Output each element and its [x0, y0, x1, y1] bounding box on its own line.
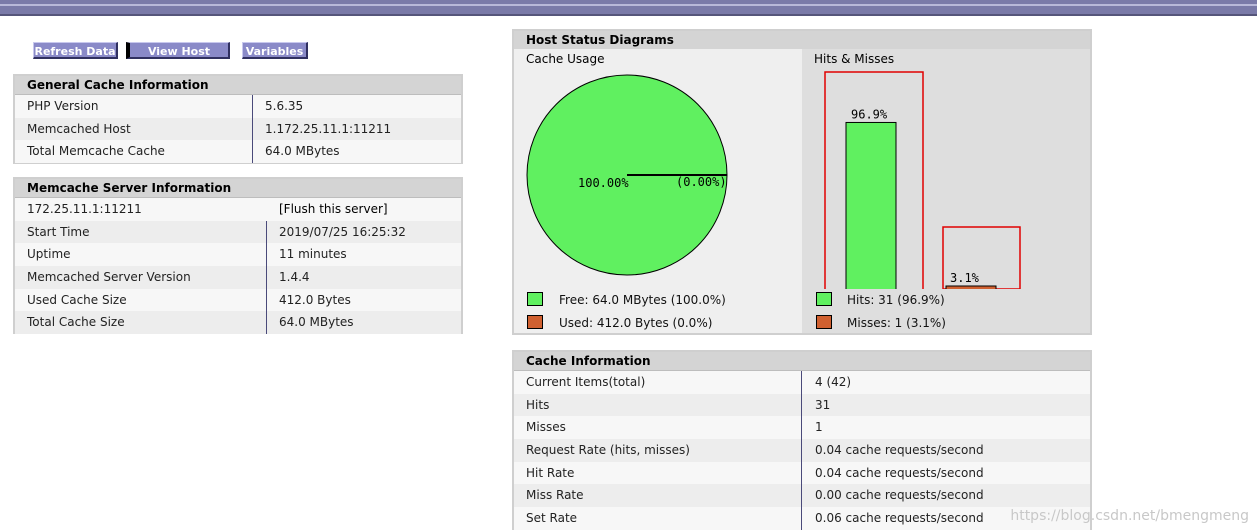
column-divider: [266, 288, 267, 312]
general-cache-info-panel: General Cache Information PHP Version 5.…: [13, 74, 463, 164]
row-key: Hit Rate: [526, 465, 575, 480]
panel-title: Memcache Server Information: [15, 179, 461, 198]
row-key: Total Cache Size: [27, 315, 125, 330]
legend-swatch-misses: [816, 315, 832, 329]
hits-misses-bar-chart: 96.9% 3.1%: [824, 71, 1021, 289]
column-divider: [266, 266, 267, 289]
table-row: PHP Version 5.6.35: [15, 95, 461, 118]
column-divider: [252, 95, 253, 118]
legend-used: Used: 412.0 Bytes (0.0%): [559, 316, 713, 330]
column-divider: [252, 117, 253, 141]
row-value: 5.6.35: [265, 99, 304, 113]
table-row: Total Memcache Cache 64.0 MBytes: [15, 140, 461, 164]
row-value: 11 minutes: [279, 247, 347, 262]
panel-title: Cache Information: [514, 352, 1090, 371]
cache-information-panel: Cache Information Current Items(total) 4…: [512, 350, 1092, 530]
legend-free: Free: 64.0 MBytes (100.0%): [559, 293, 726, 307]
column-divider: [266, 243, 267, 267]
legend-hits: Hits: 31 (96.9%): [847, 293, 945, 307]
row-value: 4 (42): [815, 375, 852, 389]
row-key: 172.25.11.1:11211: [27, 202, 142, 216]
cache-usage-column: Cache Usage 100.00% (0.00%) Free: 64.0 M…: [514, 49, 802, 333]
cache-info-rows: Current Items(total) 4 (42) Hits 31 Miss…: [514, 371, 1090, 530]
row-key: Uptime: [27, 247, 71, 262]
panel-title: General Cache Information: [15, 76, 461, 95]
table-row: Hits 31: [514, 393, 1090, 417]
top-banner-stripe: [0, 4, 1257, 6]
panel-title: Host Status Diagrams: [514, 31, 1090, 50]
row-key: Misses: [526, 420, 566, 435]
diagrams-body: Cache Usage 100.00% (0.00%) Free: 64.0 M…: [514, 49, 1090, 333]
column-divider: [801, 393, 802, 417]
legend-swatch-free: [527, 292, 543, 306]
bar-label-misses: 3.1%: [950, 271, 980, 285]
column-divider: [801, 461, 802, 485]
variables-button[interactable]: Variables: [242, 42, 308, 59]
row-key: Miss Rate: [526, 488, 584, 503]
memcache-server-info-panel: Memcache Server Information 172.25.11.1:…: [13, 177, 463, 335]
table-row: Misses 1: [514, 416, 1090, 440]
row-value: 1.4.4: [279, 270, 310, 285]
row-value: 0.04 cache requests/second: [815, 465, 984, 480]
bar-misses: [945, 285, 997, 289]
column-divider: [801, 371, 802, 394]
legend-swatch-hits: [816, 292, 832, 306]
row-value: 0.06 cache requests/second: [815, 511, 984, 526]
table-row: Current Items(total) 4 (42): [514, 371, 1090, 394]
table-row: Hit Rate 0.04 cache requests/second: [514, 461, 1090, 485]
row-value: 412.0 Bytes: [279, 292, 351, 307]
row-value: 64.0 MBytes: [265, 144, 340, 159]
row-key: PHP Version: [27, 99, 99, 113]
pie-label-used: (0.00%): [676, 175, 727, 189]
table-row: Memcached Server Version 1.4.4: [15, 266, 461, 289]
table-row: Memcached Host 1.172.25.11.1:11211: [15, 117, 461, 141]
row-value: 1.172.25.11.1:11211: [265, 121, 392, 136]
column-divider: [801, 416, 802, 440]
host-status-diagrams-panel: Host Status Diagrams Cache Usage 100.00%…: [512, 29, 1092, 335]
table-row: Used Cache Size 412.0 Bytes: [15, 288, 461, 312]
table-row: Total Cache Size 64.0 MBytes: [15, 311, 461, 335]
table-row: Uptime 11 minutes: [15, 243, 461, 267]
row-key: Set Rate: [526, 511, 578, 526]
row-key: Total Memcache Cache: [27, 144, 165, 159]
refresh-data-button[interactable]: Refresh Data: [33, 42, 118, 59]
row-key: Current Items(total): [526, 375, 646, 389]
bar-label-hits: 96.9%: [851, 107, 888, 121]
column-divider: [266, 311, 267, 335]
row-key: Hits: [526, 397, 550, 412]
hits-misses-column: Hits & Misses 96.9% 3.1% Hits: 31 (96.9%…: [802, 49, 1090, 333]
table-row: Request Rate (hits, misses) 0.04 cache r…: [514, 439, 1090, 462]
row-key: Memcached Server Version: [27, 270, 191, 285]
view-host-stats-button[interactable]: View Host Stats: [126, 42, 230, 75]
cache-usage-pie-chart: 100.00% (0.00%): [526, 74, 728, 276]
row-key: Start Time: [27, 224, 90, 239]
general-info-rows: PHP Version 5.6.35 Memcached Host 1.172.…: [15, 95, 461, 164]
column-divider: [252, 140, 253, 164]
legend-misses: Misses: 1 (3.1%): [847, 316, 946, 330]
row-key: Request Rate (hits, misses): [526, 443, 690, 458]
top-banner: [0, 0, 1257, 16]
row-value: 1: [815, 420, 823, 435]
column-divider: [801, 439, 802, 462]
pie-label-free: 100.00%: [578, 176, 629, 190]
legend-swatch-used: [527, 315, 543, 329]
watermark: https://blog.csdn.net/bmengmeng: [1010, 508, 1249, 524]
row-value: 0.04 cache requests/second: [815, 443, 984, 458]
row-value: 0.00 cache requests/second: [815, 488, 984, 503]
server-info-rows: 172.25.11.1:11211 [Flush this server] St…: [15, 198, 461, 335]
bar-hits: [845, 121, 897, 289]
table-row: 172.25.11.1:11211 [Flush this server]: [15, 198, 461, 221]
table-row: Set Rate 0.06 cache requests/second: [514, 507, 1090, 530]
flush-server-link[interactable]: [Flush this server]: [279, 198, 388, 221]
row-value: 64.0 MBytes: [279, 315, 354, 330]
column-divider: [266, 220, 267, 244]
row-value: 31: [815, 397, 831, 412]
row-key: Memcached Host: [27, 121, 131, 136]
table-row: Miss Rate 0.00 cache requests/second: [514, 484, 1090, 508]
row-key: Used Cache Size: [27, 292, 127, 307]
column-divider: [801, 507, 802, 530]
table-row: Start Time 2019/07/25 16:25:32: [15, 220, 461, 244]
row-value: 2019/07/25 16:25:32: [279, 224, 406, 239]
column-divider: [801, 484, 802, 508]
